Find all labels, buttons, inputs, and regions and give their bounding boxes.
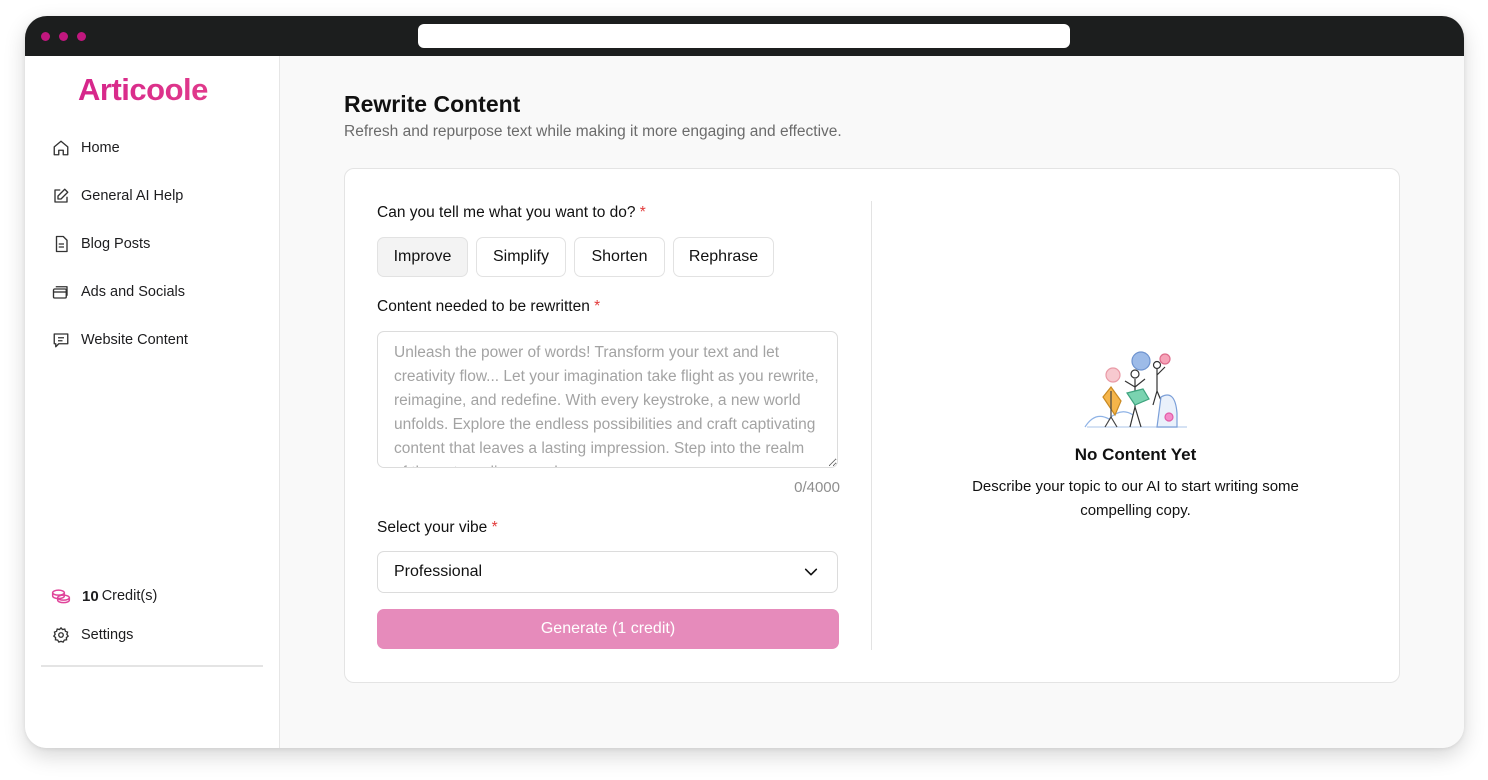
gear-icon: [52, 626, 70, 643]
required-mark: *: [491, 519, 498, 536]
page-title: Rewrite Content: [344, 91, 521, 117]
generate-button[interactable]: Generate (1 credit): [377, 609, 839, 649]
vibe-select[interactable]: Professional: [377, 551, 838, 593]
address-bar[interactable]: [418, 24, 1070, 48]
credits-count: 10: [82, 587, 99, 605]
coins-icon: [51, 589, 71, 604]
empty-state: No Content Yet Describe your topic to ou…: [872, 169, 1399, 682]
action-question-label: Can you tell me what you want to do? *: [377, 204, 646, 222]
char-counter: 0/4000: [794, 479, 840, 496]
content-label-text: Content needed to be rewritten: [377, 298, 590, 315]
window-control-dot[interactable]: [59, 32, 68, 41]
browser-titlebar: [25, 16, 1464, 56]
content-textarea[interactable]: Unleash the power of words! Transform yo…: [377, 331, 838, 468]
edit-icon: [54, 188, 69, 203]
chevron-down-icon: [804, 568, 818, 576]
sidebar-item-settings[interactable]: Settings: [52, 626, 133, 644]
sidebar-item-general-ai-help[interactable]: General AI Help: [52, 185, 183, 207]
home-icon: [53, 140, 69, 156]
sidebar-divider: [41, 665, 263, 667]
vibe-selected-value: Professional: [394, 563, 483, 580]
credits-indicator: 10 Credit(s): [51, 587, 157, 605]
app-window: Articoole Home General AI Help Blog Post…: [25, 16, 1464, 748]
page-subtitle: Refresh and repurpose text while making …: [344, 123, 842, 140]
window-control-dot[interactable]: [41, 32, 50, 41]
sidebar-item-home[interactable]: Home: [52, 137, 120, 159]
credits-label: Credit(s): [101, 588, 158, 604]
action-shorten-button[interactable]: Shorten: [574, 237, 665, 277]
content-placeholder: Unleash the power of words! Transform yo…: [394, 344, 819, 467]
sidebar-item-label: General AI Help: [81, 188, 184, 204]
sidebar-item-label: Ads and Socials: [81, 284, 185, 300]
action-question-text: Can you tell me what you want to do?: [377, 204, 636, 221]
action-simplify-button[interactable]: Simplify: [476, 237, 566, 277]
sidebar-item-label: Blog Posts: [81, 236, 151, 252]
content-label: Content needed to be rewritten *: [377, 298, 600, 316]
sidebar-item-blog-posts[interactable]: Blog Posts: [52, 233, 150, 255]
rewrite-card: Can you tell me what you want to do? * I…: [344, 168, 1400, 683]
vibe-label-text: Select your vibe: [377, 519, 488, 536]
required-mark: *: [594, 298, 601, 315]
action-improve-button[interactable]: Improve: [377, 237, 468, 277]
empty-state-title: No Content Yet: [1074, 445, 1197, 464]
empty-state-illustration: [1084, 351, 1187, 428]
vibe-label: Select your vibe *: [377, 519, 498, 537]
cards-icon: [52, 286, 68, 299]
brand-logo[interactable]: Articoole: [78, 72, 208, 108]
sidebar-item-label: Website Content: [81, 332, 188, 348]
empty-state-description: Describe your topic to our AI to start w…: [972, 478, 1299, 519]
window-control-dot[interactable]: [77, 32, 86, 41]
message-icon: [53, 333, 69, 348]
required-mark: *: [639, 204, 646, 221]
sidebar: Articoole Home General AI Help Blog Post…: [25, 56, 280, 748]
document-icon: [55, 235, 68, 253]
main-content: Rewrite Content Refresh and repurpose te…: [280, 56, 1464, 748]
sidebar-item-label: Home: [81, 140, 120, 156]
sidebar-item-website-content[interactable]: Website Content: [52, 329, 188, 351]
settings-label: Settings: [81, 627, 134, 643]
sidebar-item-ads-and-socials[interactable]: Ads and Socials: [52, 281, 185, 303]
action-rephrase-button[interactable]: Rephrase: [673, 237, 774, 277]
